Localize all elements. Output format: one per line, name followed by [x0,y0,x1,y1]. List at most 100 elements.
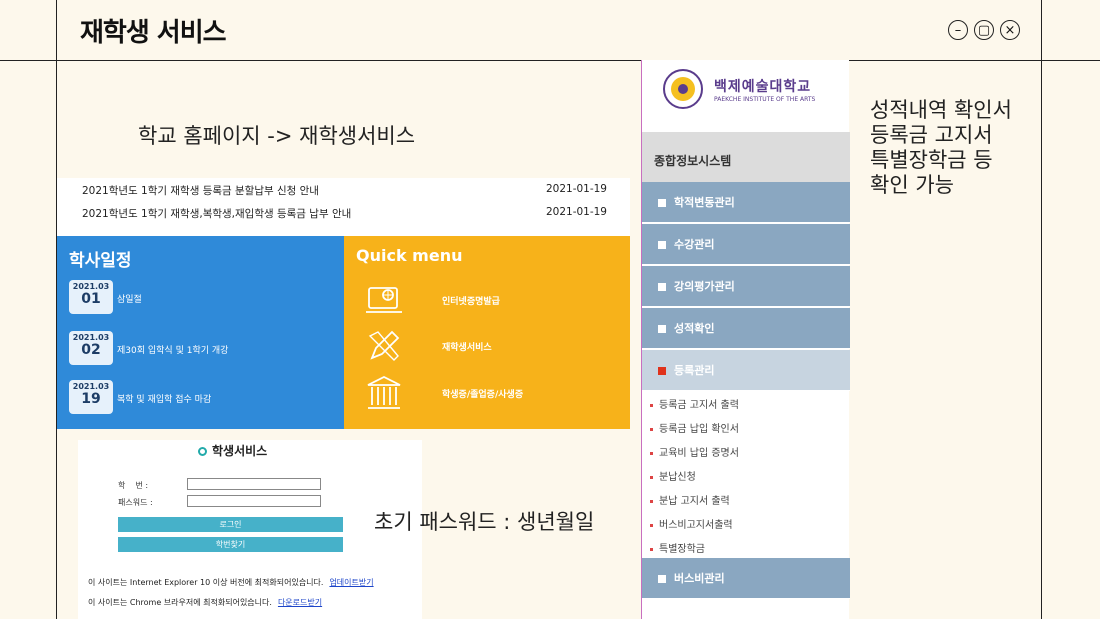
password-input[interactable] [187,495,321,507]
student-id-input[interactable] [187,478,321,490]
close-icon[interactable]: × [1000,20,1020,40]
date-month: 2021.03 [72,382,110,391]
update-link[interactable]: 업데이트받기 [329,578,373,587]
schedule-text: 삼일절 [117,295,142,305]
sub-item-label: 특별장학금 [659,544,705,555]
note-password: 초기 패스워드 : 생년월일 [374,510,595,534]
date-badge: 2021.03 19 [69,380,113,414]
sidebar-item-grades[interactable]: 성적확인 [642,308,850,349]
bullet-icon [650,547,653,551]
note-right-line: 특별장학금 등 [870,148,993,172]
sub-item-label: 교육비 납입 증명서 [659,448,739,459]
sidebar-item-label: 수강관리 [674,238,715,251]
sub-item[interactable]: 교육비 납입 증명서 [650,444,739,459]
ring-icon [198,447,207,456]
certificate-icon [366,287,402,313]
sidebar-item-bus-fee[interactable]: 버스비관리 [642,558,850,599]
notice-row[interactable]: 2021학년도 1학기 재학생 등록금 분할납부 신청 안내 2021-01-1… [82,183,607,198]
sidebar-item-evaluation[interactable]: 강의평가관리 [642,266,850,307]
slide-frame: 재학생 서비스 – ▢ × 학교 홈페이지 -> 재학생서비스 2021학년도 … [0,0,1100,619]
find-id-button[interactable]: 학번찾기 [118,537,343,552]
sub-item-label: 등록금 고지서 출력 [659,400,739,411]
pencil-icon [368,330,400,361]
window-title: 재학생 서비스 [80,18,227,48]
sidebar-item-label: 성적확인 [674,322,715,335]
browser-note-text: 이 사이트는 Chrome 브라우저에 최적화되어있습니다. [88,598,272,607]
bullet-icon [650,403,653,407]
school-logo: 백제예술대학교 PAEKCHE INSTITUTE OF THE ARTS [662,66,846,120]
notice-list: 2021학년도 1학기 재학생 등록금 분할납부 신청 안내 2021-01-1… [57,178,630,236]
sub-item[interactable]: 등록금 납입 확인서 [650,420,739,435]
sidebar-item-label: 강의평가관리 [674,280,735,293]
quick-item-label: 학생증/졸업증/사생증 [442,390,524,400]
browser-note: 이 사이트는 Internet Explorer 10 이상 버전에 최적화되어… [88,577,374,588]
password-label: 패스워드 : [118,498,153,507]
sub-item-label: 분납신청 [659,472,696,483]
quick-item-student-id[interactable]: 학생증/졸업증/사생증 [364,373,614,413]
sub-item[interactable]: 버스비고지서출력 [650,516,733,531]
quick-item-label: 인터넷증명발급 [442,297,500,307]
download-link[interactable]: 다운로드받기 [278,598,322,607]
school-name-en: PAEKCHE INSTITUTE OF THE ARTS [714,96,816,103]
sidebar-item-label: 학적변동관리 [674,196,735,209]
sub-item[interactable]: 분납신청 [650,468,696,483]
sub-item[interactable]: 특별장학금 [650,540,705,555]
sidebar-item-course[interactable]: 수강관리 [642,224,850,265]
sidebar-item-registration[interactable]: 등록관리 [642,350,850,391]
plus-icon [658,367,666,375]
bullet-icon [650,451,653,455]
schedule-text: 제30회 입학식 및 1학기 개강 [117,346,229,356]
bullet-icon [650,499,653,503]
frame-right-line [1041,0,1042,619]
notice-title: 2021학년도 1학기 재학생,복학생,재입학생 등록금 납부 안내 [82,208,352,220]
login-title-text: 학생서비스 [212,444,268,458]
square-icon [658,241,666,249]
note-right-line: 등록금 고지서 [870,123,993,147]
square-icon [658,199,666,207]
login-button[interactable]: 로그인 [118,517,343,532]
date-month: 2021.03 [72,282,110,291]
bullet-icon [650,427,653,431]
window-controls: – ▢ × [948,20,1020,40]
quick-item-label: 재학생서비스 [442,343,492,353]
sub-item[interactable]: 등록금 고지서 출력 [650,396,739,411]
note-right-line: 확인 가능 [870,173,954,197]
school-name: 백제예술대학교 [714,79,812,95]
minimize-icon[interactable]: – [948,20,968,40]
date-day: 02 [81,342,101,358]
sidebar-item-label: 등록관리 [674,364,715,377]
bullet-icon [650,523,653,527]
quick-menu: Quick menu 인터넷증명발급 재학생서비스 학생증/졸업증/사생증 [344,236,630,429]
login-title: 학생서비스 [198,442,267,459]
frame-header-line [0,60,1100,61]
date-day: 01 [81,291,101,307]
sub-item-label: 등록금 납입 확인서 [659,424,739,435]
schedule-title: 학사일정 [69,251,132,271]
schedule-text: 복학 및 재입학 접수 마감 [117,395,212,405]
quick-item-certificate[interactable]: 인터넷증명발급 [364,280,614,320]
browser-note: 이 사이트는 Chrome 브라우저에 최적화되어있습니다. 다운로드받기 [88,597,322,608]
square-icon [658,575,666,583]
note-path: 학교 홈페이지 -> 재학생서비스 [138,124,416,148]
sub-item-label: 버스비고지서출력 [659,520,733,531]
restore-icon[interactable]: ▢ [974,20,994,40]
notice-row[interactable]: 2021학년도 1학기 재학생,복학생,재입학생 등록금 납부 안내 2021-… [82,206,607,221]
note-right-line: 성적내역 확인서 [870,98,1012,122]
school-emblem-icon [663,69,703,109]
sub-item[interactable]: 분납 고지서 출력 [650,492,730,507]
browser-note-text: 이 사이트는 Internet Explorer 10 이상 버전에 최적화되어… [88,578,324,587]
id-label: 학 번 : [118,481,149,490]
quick-menu-title: Quick menu [356,246,463,265]
quick-item-student-service[interactable]: 재학생서비스 [364,326,614,366]
login-panel: 학생서비스 학 번 : 패스워드 : 로그인 학번찾기 이 사이트는 Inter… [78,440,422,619]
building-icon [367,375,401,409]
sub-item-label: 분납 고지서 출력 [659,496,730,507]
note-right: 성적내역 확인서 등록금 고지서 특별장학금 등 확인 가능 [870,98,1012,198]
date-day: 19 [81,391,101,407]
notice-title: 2021학년도 1학기 재학생 등록금 분할납부 신청 안내 [82,185,319,197]
sidebar-item-label: 버스비관리 [674,572,725,585]
sidebar-item-academic-change[interactable]: 학적변동관리 [642,182,850,223]
academic-schedule: 학사일정 2021.03 01 삼일절 2021.03 02 제30회 입학식 … [57,236,344,429]
notice-date: 2021-01-19 [545,206,607,218]
date-badge: 2021.03 01 [69,280,113,314]
